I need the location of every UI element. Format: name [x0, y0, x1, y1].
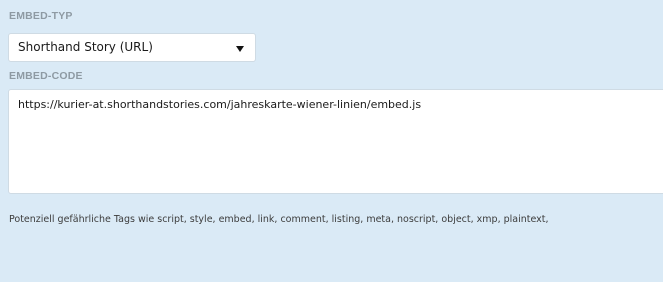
- embed-code-textarea[interactable]: https://kurier-at.shorthandstories.com/j…: [8, 89, 663, 194]
- embed-type-select[interactable]: Shorthand Story (URL): [8, 33, 256, 62]
- dangerous-tags-hint: Potenziell gefährliche Tags wie script, …: [9, 214, 549, 225]
- caret-down-icon: [236, 46, 244, 52]
- embed-code-value: https://kurier-at.shorthandstories.com/j…: [18, 98, 422, 111]
- embed-type-selected-value: Shorthand Story (URL): [18, 40, 153, 54]
- embed-type-label: EMBED-TYP: [9, 10, 73, 22]
- embed-code-label: EMBED-CODE: [9, 70, 83, 82]
